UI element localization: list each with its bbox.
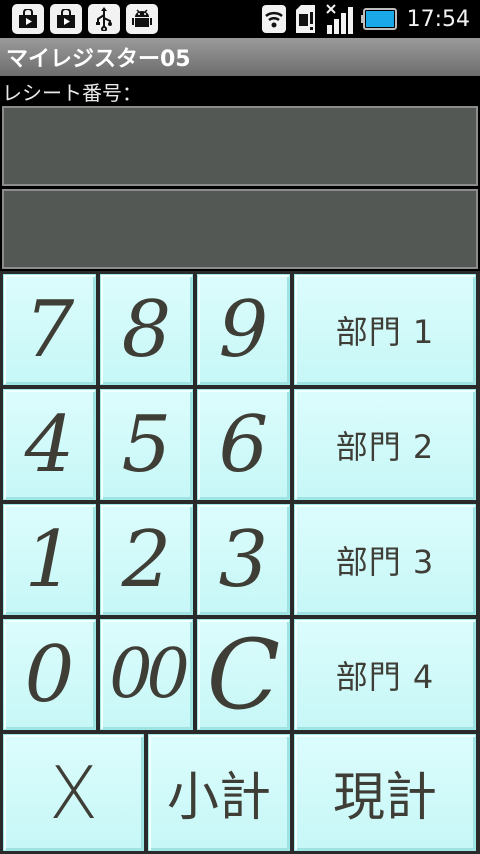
key-9-label: 9 xyxy=(218,284,269,375)
subtotal-label: 小計 xyxy=(166,768,271,828)
dept-4-button[interactable]: 部門 4 xyxy=(294,619,476,730)
dept-2-button[interactable]: 部門 2 xyxy=(294,389,476,500)
key-4[interactable]: 4 xyxy=(3,389,96,500)
key-7-label: 7 xyxy=(24,284,75,375)
key-2[interactable]: 2 xyxy=(100,504,193,615)
app-title: マイレジスター05 xyxy=(6,47,191,72)
status-bar: 17:54 xyxy=(0,0,480,38)
sim-alert-icon xyxy=(293,4,319,34)
key-00-label: 00 xyxy=(109,635,189,714)
total-label: 現計 xyxy=(332,768,437,828)
dept-4-label: 部門 4 xyxy=(335,657,435,696)
keypad: 7 8 9 部門 1 4 5 6 部門 2 1 2 3 部門 3 0 00 C … xyxy=(0,271,480,854)
key-8-label: 8 xyxy=(121,284,172,375)
key-5-label: 5 xyxy=(121,399,172,490)
app-title-bar: マイレジスター05 xyxy=(0,38,480,76)
battery-icon xyxy=(360,7,397,31)
key-1-label: 1 xyxy=(24,514,75,605)
key-2-label: 2 xyxy=(121,514,172,605)
key-1[interactable]: 1 xyxy=(3,504,96,615)
store-icon xyxy=(12,4,44,34)
play-store-icon xyxy=(50,4,82,34)
multiply-label: X xyxy=(48,750,99,835)
dept-1-label: 部門 1 xyxy=(335,312,435,351)
receipt-number-label: レシート番号： xyxy=(2,81,142,105)
key-6-label: 6 xyxy=(218,399,269,490)
dept-2-label: 部門 2 xyxy=(335,427,435,466)
key-0-label: 0 xyxy=(24,629,75,720)
clock: 17:54 xyxy=(406,6,470,32)
android-debug-icon xyxy=(126,4,158,34)
dept-1-button[interactable]: 部門 1 xyxy=(294,274,476,385)
signal-icon xyxy=(325,3,355,35)
key-6[interactable]: 6 xyxy=(197,389,290,500)
key-8[interactable]: 8 xyxy=(100,274,193,385)
usb-icon xyxy=(88,4,120,34)
subtotal-button[interactable]: 小計 xyxy=(148,734,290,851)
dept-3-button[interactable]: 部門 3 xyxy=(294,504,476,615)
total-button[interactable]: 現計 xyxy=(294,734,476,851)
wifi-icon xyxy=(261,4,287,34)
multiply-button[interactable]: X xyxy=(3,734,144,851)
key-5[interactable]: 5 xyxy=(100,389,193,500)
receipt-display-top xyxy=(2,106,478,186)
key-00[interactable]: 00 xyxy=(100,619,193,730)
clear-label: C xyxy=(206,618,281,731)
receipt-display-bottom xyxy=(2,189,478,269)
clear-button[interactable]: C xyxy=(197,618,290,731)
key-7[interactable]: 7 xyxy=(3,274,96,385)
key-3-label: 3 xyxy=(218,514,269,605)
dept-3-label: 部門 3 xyxy=(335,542,435,581)
key-0[interactable]: 0 xyxy=(3,619,96,730)
key-3[interactable]: 3 xyxy=(197,504,290,615)
key-4-label: 4 xyxy=(24,399,75,490)
key-9[interactable]: 9 xyxy=(197,274,290,385)
